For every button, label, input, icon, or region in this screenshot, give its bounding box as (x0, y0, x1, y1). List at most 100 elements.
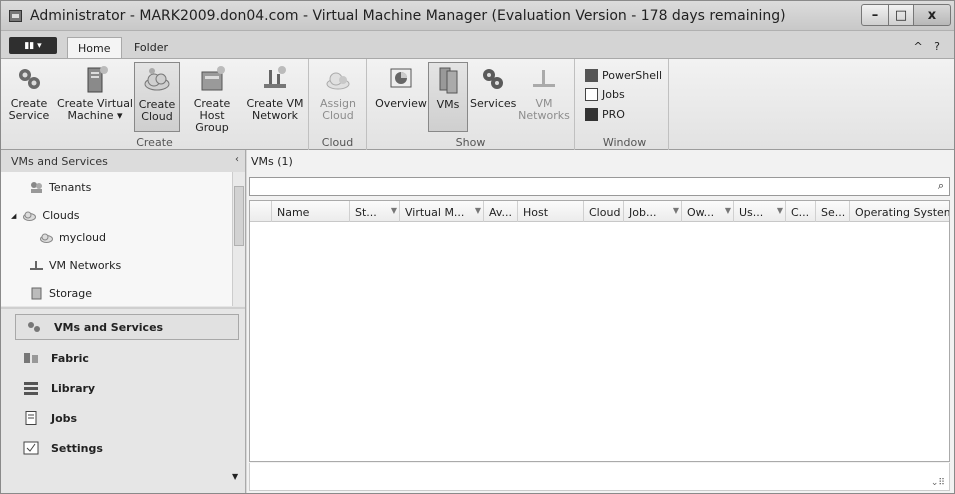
vm-networks-icon (30, 261, 43, 270)
create-service-button[interactable]: Create Service (5, 62, 53, 132)
vms-label: VMs (436, 98, 460, 111)
overview-icon (390, 68, 412, 88)
column-header-job[interactable]: Job... ▼ (624, 201, 682, 222)
assign-cloud-button[interactable]: Assign Cloud (313, 62, 363, 132)
column-header-owner[interactable]: Ow... ▼ (682, 201, 734, 222)
nav-label: Library (51, 381, 96, 395)
tree-item-label: VM Networks (49, 259, 122, 272)
column-header-status[interactable]: St... ▼ (350, 201, 400, 222)
nav-vms-and-services[interactable]: VMs and Services (15, 314, 239, 340)
nav-library[interactable]: Library (13, 375, 237, 401)
close-button[interactable]: x (913, 4, 951, 26)
tree-scrollbar[interactable] (232, 172, 245, 306)
column-us-label: Us... (739, 206, 764, 219)
collapse-pane-icon[interactable]: ‹ (235, 154, 239, 165)
vm-networks-button[interactable]: VM Networks (517, 62, 571, 132)
tree-item-label: mycloud (59, 231, 107, 244)
column-header-status-icon[interactable] (250, 201, 272, 222)
clouds-icon (23, 211, 37, 221)
column-header-operating-system[interactable]: Operating System (850, 201, 949, 222)
column-status-label: St... (355, 206, 377, 219)
storage-icon (31, 287, 42, 300)
powershell-icon (585, 68, 598, 82)
nav-label: Jobs (51, 411, 78, 425)
nav-label: Fabric (51, 351, 89, 365)
jobs-icon (585, 87, 598, 101)
tenants-icon (31, 182, 42, 193)
folder-tree: Tenants ◢ Clouds mycloud VM Networks Sto… (1, 172, 233, 306)
tree-scrollbar-thumb[interactable] (234, 186, 244, 246)
maximize-button[interactable]: □ (888, 4, 914, 26)
nav-jobs[interactable]: Jobs (13, 405, 237, 431)
vms-count-header: VMs (1) (251, 155, 293, 168)
powershell-label: PowerShell (602, 68, 663, 82)
column-header-c[interactable]: C... (786, 201, 816, 222)
cloud-icon (144, 68, 170, 91)
pro-button[interactable]: PRO (585, 105, 625, 123)
host-group-icon (201, 66, 225, 91)
column-owner-label: Ow... (687, 206, 715, 219)
help-icon[interactable]: ^ ? (913, 40, 944, 53)
column-header-virtual-machine[interactable]: Virtual M... ▼ (400, 201, 484, 222)
search-icon[interactable]: ⌕ (938, 179, 944, 193)
status-strip: ⌄⠿ (249, 463, 950, 491)
create-virtual-machine-button[interactable]: Create Virtual Machine ▾ (57, 62, 133, 132)
filter-icon[interactable]: ▼ (725, 206, 731, 215)
tab-home[interactable]: Home (67, 37, 122, 59)
nav-scroll-down-icon[interactable]: ▼ (232, 472, 238, 481)
tree-item-storage[interactable]: Storage (29, 287, 92, 300)
filter-icon[interactable]: ▼ (475, 206, 481, 215)
jobs-ribbon-label: Jobs (602, 87, 625, 101)
create-host-group-button[interactable]: Create Host Group (181, 62, 243, 134)
nav-fabric[interactable]: Fabric (13, 345, 237, 371)
services-label: Services (470, 97, 517, 110)
tree-item-tenants[interactable]: Tenants (29, 181, 91, 194)
nav-settings[interactable]: Settings (13, 435, 237, 461)
ribbon-group-create: Create Service Create Virtual Machine ▾ … (1, 59, 309, 151)
navigation-pane-header: VMs and Services ‹ (1, 150, 245, 172)
search-input[interactable]: ⌕ (249, 177, 950, 196)
expand-collapse-icon[interactable]: ◢ (11, 212, 16, 220)
app-icon[interactable] (9, 10, 22, 22)
create-vm-label-2: Machine ▾ (67, 109, 123, 122)
resize-grip-icon[interactable]: ⌄⠿ (931, 478, 945, 488)
powershell-button[interactable]: PowerShell (585, 66, 662, 84)
column-se-label: Se... (821, 206, 846, 219)
minimize-button[interactable]: – (861, 4, 889, 26)
file-menu-button[interactable]: ▮▮ ▾ (9, 37, 57, 54)
column-os-label: Operating System (855, 206, 949, 219)
column-header-host[interactable]: Host (518, 201, 584, 222)
services-icon (483, 69, 503, 89)
create-cloud-button[interactable]: Create Cloud (134, 62, 180, 132)
group-label-create: Create (136, 136, 173, 149)
column-header-service[interactable]: Se... (816, 201, 850, 222)
overview-label: Overview (375, 97, 427, 110)
service-icon (19, 69, 40, 89)
ribbon-group-window: PowerShell Jobs PRO Window (581, 59, 669, 151)
filter-icon[interactable]: ▼ (777, 206, 783, 215)
pane-splitter[interactable] (1, 307, 245, 309)
filter-icon[interactable]: ▼ (391, 206, 397, 215)
tree-item-clouds[interactable]: ◢ Clouds (11, 209, 80, 222)
fabric-icon (24, 353, 38, 363)
ribbon-group-cloud: Assign Cloud Cloud (309, 59, 367, 151)
tree-item-vm-networks[interactable]: VM Networks (29, 259, 121, 272)
create-vm-network-button[interactable]: Create VM Network (245, 62, 305, 132)
create-host-group-label-2: Group (195, 121, 229, 134)
column-header-availability[interactable]: Av... (484, 201, 518, 222)
title-bar[interactable]: Administrator - MARK2009.don04.com - Vir… (1, 1, 954, 31)
vms-button[interactable]: VMs (428, 62, 468, 132)
jobs-ribbon-button[interactable]: Jobs (585, 85, 625, 103)
column-header-cloud[interactable]: Cloud (584, 201, 624, 222)
services-button[interactable]: Services (470, 62, 516, 132)
column-header-user-role[interactable]: Us... ▼ (734, 201, 786, 222)
column-name-label: Name (277, 206, 310, 219)
column-header-name[interactable]: Name (272, 201, 350, 222)
group-label-window: Window (602, 136, 647, 149)
tree-item-mycloud[interactable]: mycloud (39, 231, 106, 244)
vm-network-icon (264, 66, 286, 88)
column-host-label: Host (523, 206, 549, 219)
filter-icon[interactable]: ▼ (673, 206, 679, 215)
overview-button[interactable]: Overview (375, 62, 427, 132)
tab-folder[interactable]: Folder (124, 37, 178, 59)
